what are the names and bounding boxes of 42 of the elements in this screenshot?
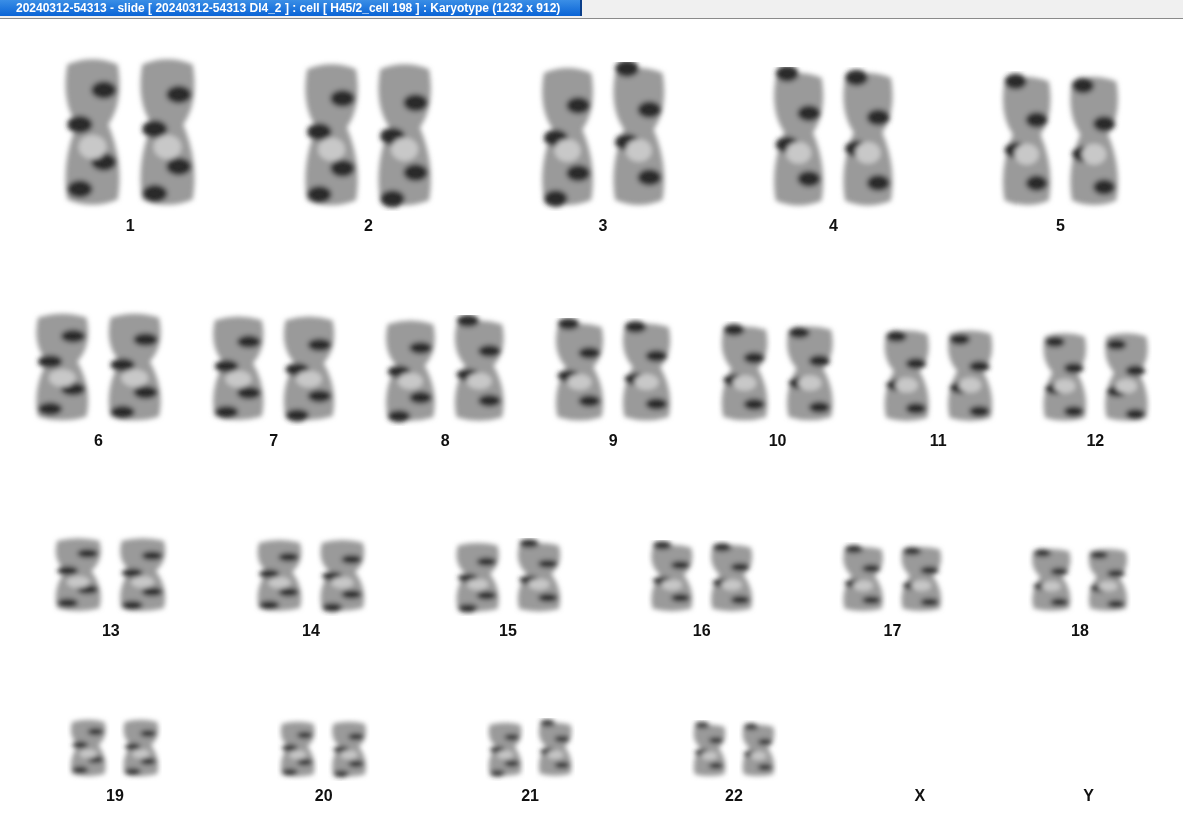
chromosome-drawing	[281, 721, 315, 777]
chromosome-drawing	[742, 723, 775, 777]
chromosome-drawing	[71, 719, 107, 777]
chromosome-number: 8	[440, 432, 450, 450]
chromosome-number: 2	[363, 217, 373, 235]
chromosome-number: 21	[521, 787, 539, 805]
chromosome-number: 7	[269, 432, 279, 450]
chromosome-drawing	[456, 542, 499, 612]
chromosome-number: 14	[302, 622, 320, 640]
chromosome-number: 19	[106, 787, 124, 805]
chromosome-number: 12	[1086, 432, 1105, 450]
chromosome-drawing	[711, 543, 753, 611]
chromosome-number: 18	[1071, 622, 1089, 640]
chromosome-number: 13	[101, 622, 120, 640]
chromosome-drawing	[538, 720, 572, 777]
chromosome-number: 16	[692, 622, 711, 640]
chromosome-drawing	[693, 722, 726, 777]
chromosome-drawing	[320, 540, 365, 612]
chromosome-number: 9	[608, 432, 618, 450]
chromosome-number: 4	[829, 217, 838, 235]
chromosome-drawing	[332, 721, 367, 777]
chromosome-number: 17	[883, 622, 902, 640]
chromosome-number: Y	[1083, 787, 1094, 805]
chromosome-number: 1	[125, 217, 135, 235]
chromosome-number: 15	[499, 622, 517, 640]
chromosome-drawing	[1089, 549, 1128, 612]
chromosome-drawing	[257, 540, 302, 611]
chromosome-drawing	[901, 547, 942, 611]
chromosome-drawing	[843, 545, 884, 611]
chromosome-number: 20	[314, 787, 333, 805]
chromosome-drawing	[651, 541, 693, 611]
chromosome-number: 3	[598, 217, 608, 235]
window-title: 20240312-54313 - slide [ 20240312-54313 DI4_2 ] : cell [ H45/2_cell 198 ] : Karyotype (1232 x 912)	[0, 0, 583, 16]
chromosome-drawing	[123, 719, 159, 777]
chromosome-number: 10	[768, 432, 787, 450]
chromosome-number: 6	[94, 432, 103, 450]
chromosome-number: 5	[1056, 217, 1065, 235]
chromosome-drawing	[1032, 549, 1071, 612]
chromosome-number: X	[914, 787, 926, 805]
chromosome-number: 11	[929, 432, 947, 450]
chromosome-number: 22	[725, 787, 743, 805]
chromosome-drawing	[488, 723, 522, 777]
